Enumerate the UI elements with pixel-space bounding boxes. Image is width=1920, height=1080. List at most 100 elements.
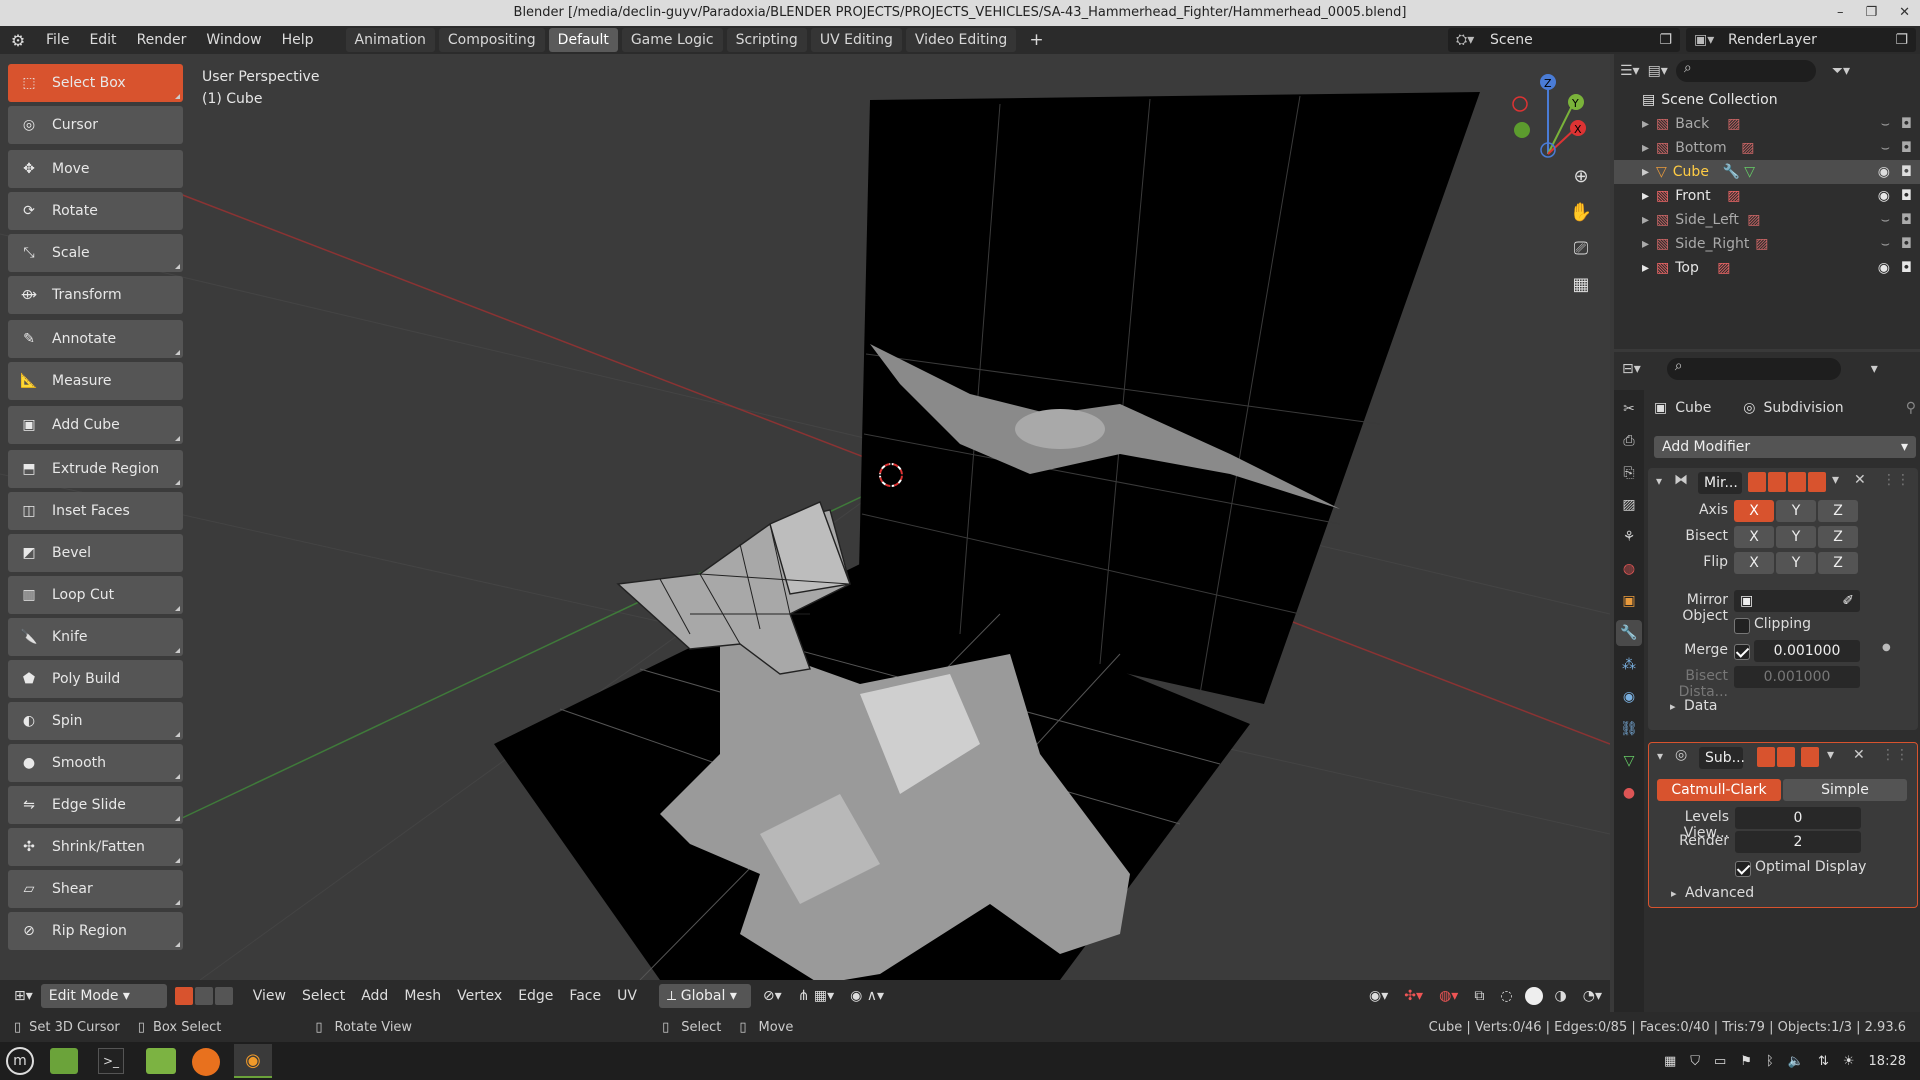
render-tab-icon[interactable]: ⎙ bbox=[1616, 428, 1642, 454]
ortho-grid-icon[interactable]: ▦ bbox=[1566, 274, 1596, 310]
eyedropper-icon[interactable]: ✐ bbox=[1842, 590, 1854, 612]
drag-handle-icon[interactable]: ⋮⋮ bbox=[1882, 472, 1910, 488]
clock[interactable]: 18:28 bbox=[1869, 1054, 1906, 1069]
pan-hand-icon[interactable]: ✋ bbox=[1566, 202, 1596, 238]
scene-collection-row[interactable]: ▤ Scene Collection bbox=[1614, 88, 1920, 112]
minimize-icon[interactable]: – bbox=[1837, 0, 1844, 26]
tool-scale[interactable]: ⤡ Scale bbox=[8, 234, 183, 272]
outliner-item-side-right[interactable]: ▸ ▧ Side_Right ▨ ⌣ ◘ bbox=[1614, 232, 1920, 256]
file-manager-icon[interactable] bbox=[146, 1048, 176, 1074]
dropdown-icon[interactable]: ▾ bbox=[1827, 747, 1834, 763]
render-levels-field[interactable]: 2 bbox=[1735, 831, 1861, 853]
show-desktop-icon[interactable] bbox=[50, 1048, 78, 1074]
constraints-tab-icon[interactable]: ⛓ bbox=[1616, 716, 1642, 742]
visibility-hidden-icon[interactable]: ⌣ bbox=[1881, 212, 1890, 228]
tool-rip-region[interactable]: ⊘ Rip Region bbox=[8, 912, 183, 950]
menu-select[interactable]: Select bbox=[294, 984, 353, 1008]
clipping-checkbox[interactable] bbox=[1734, 618, 1750, 634]
axis-x-toggle[interactable]: X bbox=[1734, 500, 1774, 522]
blender-logo-icon[interactable]: ⚙ bbox=[0, 31, 36, 50]
view-layer-tab-icon[interactable]: ▨ bbox=[1616, 492, 1642, 518]
snap-icon[interactable]: ⋔ ▦▾ bbox=[790, 984, 842, 1008]
advanced-expand-arrow-icon[interactable]: ▸ bbox=[1671, 887, 1677, 900]
outliner-item-side-left[interactable]: ▸ ▧ Side_Left ▨ ⌣ ◘ bbox=[1614, 208, 1920, 232]
particles-tab-icon[interactable]: ⁂ bbox=[1616, 652, 1642, 678]
mode-dropdown[interactable]: Edit Mode ▾ bbox=[40, 984, 167, 1008]
tool-poly-build[interactable]: ⬟ Poly Build bbox=[8, 660, 183, 698]
pin-icon[interactable]: ⚲ bbox=[1906, 400, 1916, 416]
menu-mesh[interactable]: Mesh bbox=[396, 984, 449, 1008]
axis-y-toggle[interactable]: Y bbox=[1776, 500, 1816, 522]
outliner-editor-icon[interactable]: ☰▾ bbox=[1620, 63, 1640, 79]
tool-inset-faces[interactable]: ◫ Inset Faces bbox=[8, 492, 183, 530]
render-camera-icon[interactable]: ◘ bbox=[1901, 140, 1912, 156]
flip-z-toggle[interactable]: Z bbox=[1818, 552, 1858, 574]
mint-menu-icon[interactable]: m bbox=[6, 1047, 34, 1075]
tool-spin[interactable]: ◐ Spin bbox=[8, 702, 183, 740]
scene-selector[interactable]: ⛭▾ Scene ❐ bbox=[1448, 28, 1680, 52]
edge-select-icon[interactable] bbox=[194, 987, 213, 1005]
subsurf-name-field[interactable]: Sub... bbox=[1699, 747, 1745, 769]
visibility-eye-icon[interactable]: ◉ bbox=[1878, 260, 1890, 276]
render-layer-copy-icon[interactable]: ❐ bbox=[1895, 28, 1908, 52]
bisect-z-toggle[interactable]: Z bbox=[1818, 526, 1858, 548]
menu-edge[interactable]: Edge bbox=[510, 984, 561, 1008]
xray-icon[interactable]: ⧉ bbox=[1466, 984, 1492, 1008]
orientation-dropdown[interactable]: ⟂ Global ▾ bbox=[658, 984, 751, 1008]
editmode-cage-icon[interactable] bbox=[1748, 472, 1766, 492]
render-camera-icon[interactable]: ◘ bbox=[1901, 212, 1912, 228]
tool-annotate[interactable]: ✎ Annotate bbox=[8, 320, 183, 358]
tool-shrink-fatten[interactable]: ✣ Shrink/Fatten bbox=[8, 828, 183, 866]
optimal-display-checkbox[interactable] bbox=[1735, 861, 1751, 877]
tab-uv-editing[interactable]: UV Editing bbox=[810, 28, 902, 52]
data-tab-icon[interactable]: ▽ bbox=[1616, 748, 1642, 774]
flip-y-toggle[interactable]: Y bbox=[1776, 552, 1816, 574]
modifier-tab-icon[interactable]: 🔧 bbox=[1616, 620, 1642, 646]
zoom-icon[interactable]: ⊕ bbox=[1566, 166, 1596, 202]
proportional-edit-icon[interactable]: ◉ ∧▾ bbox=[842, 984, 892, 1008]
maximize-icon[interactable]: ❐ bbox=[1865, 0, 1877, 26]
outliner-display-mode-icon[interactable]: ▤▾ bbox=[1648, 63, 1668, 79]
remove-modifier-icon[interactable]: ✕ bbox=[1853, 747, 1865, 763]
firefox-icon[interactable] bbox=[192, 1048, 220, 1076]
keyboard-layout-icon[interactable]: ⚑ bbox=[1740, 1054, 1752, 1069]
tray-apps-icon[interactable]: ▦ bbox=[1664, 1054, 1676, 1069]
world-tab-icon[interactable]: ◍ bbox=[1616, 556, 1642, 582]
menu-vertex[interactable]: Vertex bbox=[449, 984, 510, 1008]
tool-select-box[interactable]: ⬚ Select Box bbox=[8, 64, 183, 102]
collapse-arrow-icon[interactable]: ▾ bbox=[1656, 474, 1662, 488]
render-camera-icon[interactable]: ◘ bbox=[1901, 236, 1912, 252]
outliner-item-back[interactable]: ▸ ▧ Back ▨ ⌣ ◘ bbox=[1614, 112, 1920, 136]
add-modifier-dropdown[interactable]: Add Modifier ▾ bbox=[1654, 436, 1916, 458]
object-tab-icon[interactable]: ▣ bbox=[1616, 588, 1642, 614]
blender-taskbar-icon[interactable]: ◉ bbox=[234, 1044, 272, 1078]
tool-knife[interactable]: 🔪 Knife bbox=[8, 618, 183, 656]
outliner-item-front[interactable]: ▸ ▧ Front ▨ ◉ ◘ bbox=[1614, 184, 1920, 208]
bisect-x-toggle[interactable]: X bbox=[1734, 526, 1774, 548]
tab-scripting[interactable]: Scripting bbox=[726, 28, 807, 52]
editor-type-icon[interactable]: ⊞▾ bbox=[6, 984, 41, 1008]
editmode-toggle-icon[interactable] bbox=[1768, 472, 1786, 492]
shield-icon[interactable]: ⛉ bbox=[1690, 1054, 1700, 1069]
simple-toggle[interactable]: Simple bbox=[1783, 779, 1907, 801]
outliner-search-field[interactable]: ⌕ bbox=[1675, 60, 1816, 82]
tool-add-cube[interactable]: ▣ Add Cube bbox=[8, 406, 183, 444]
tool-rotate[interactable]: ⟳ Rotate bbox=[8, 192, 183, 230]
catmull-clark-toggle[interactable]: Catmull-Clark bbox=[1657, 779, 1781, 801]
merge-distance-field[interactable]: 0.001000 bbox=[1754, 640, 1860, 662]
3d-viewport[interactable]: Z Y X ⊕ ✋ ⎚ ▦ User Perspective (1) Cube … bbox=[0, 54, 1610, 1012]
terminal-icon[interactable]: >_ bbox=[98, 1048, 124, 1074]
tab-default[interactable]: Default bbox=[548, 28, 618, 52]
menu-uv[interactable]: UV bbox=[609, 984, 645, 1008]
tool-tab-icon[interactable]: ✂ bbox=[1616, 396, 1642, 422]
editmode-toggle-icon[interactable] bbox=[1757, 747, 1775, 767]
outliner-item-cube[interactable]: ▸ ▽ Cube 🔧 ▽ ◉ ◘ bbox=[1614, 160, 1920, 184]
visibility-eye-icon[interactable]: ◉ bbox=[1878, 164, 1890, 180]
menu-window[interactable]: Window bbox=[196, 26, 271, 54]
gizmo-icon[interactable]: ✣▾ bbox=[1396, 984, 1431, 1008]
visibility-hidden-icon[interactable]: ⌣ bbox=[1881, 140, 1890, 156]
mirror-object-field[interactable]: ▣ ✐ bbox=[1734, 590, 1860, 612]
pivot-icon[interactable]: ⊘▾ bbox=[755, 984, 790, 1008]
merge-checkbox[interactable] bbox=[1734, 644, 1750, 660]
axis-z-toggle[interactable]: Z bbox=[1818, 500, 1858, 522]
